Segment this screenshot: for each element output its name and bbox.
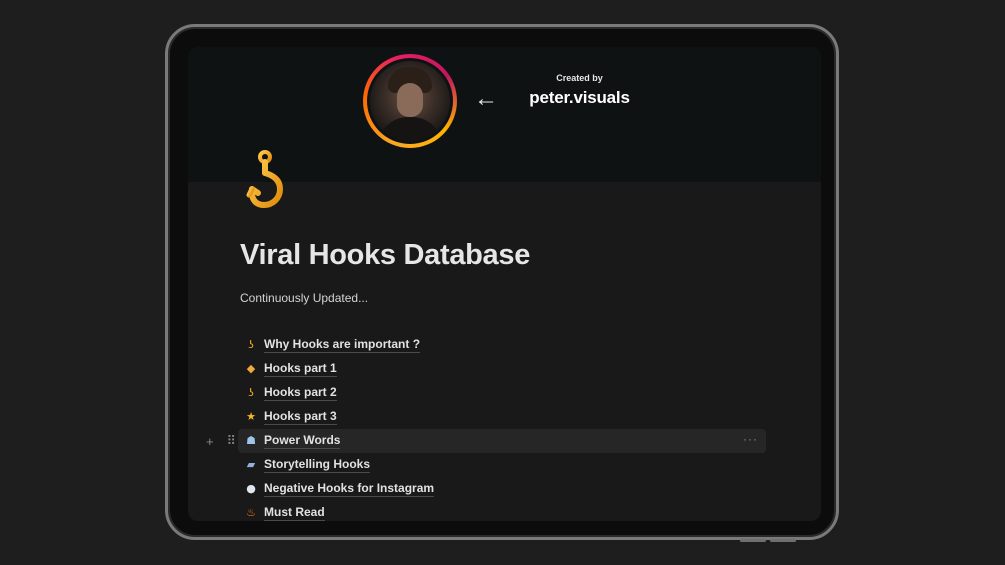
link-storytelling-hooks[interactable]: ▰ Storytelling Hooks bbox=[238, 453, 766, 477]
add-block-button[interactable]: + bbox=[206, 434, 214, 449]
link-label: Hooks part 2 bbox=[264, 385, 337, 401]
created-by-label: Created by bbox=[556, 73, 603, 83]
link-why-hooks[interactable]: ʖ Why Hooks are important ? bbox=[238, 333, 766, 357]
link-power-words[interactable]: + ⠿ ☗ Power Words ··· bbox=[206, 429, 766, 453]
creator-name[interactable]: peter.visuals bbox=[523, 88, 636, 108]
link-label: Must Read bbox=[264, 505, 325, 521]
left-arrow-icon: ← bbox=[474, 85, 498, 112]
link-label: Storytelling Hooks bbox=[264, 457, 371, 473]
hardware-button bbox=[770, 539, 796, 542]
fish-icon: ◆ bbox=[246, 362, 256, 375]
link-hooks-part-2[interactable]: ʖ Hooks part 2 bbox=[238, 381, 766, 405]
link-label: Why Hooks are important ? bbox=[264, 337, 421, 353]
link-hooks-part-1[interactable]: ◆ Hooks part 1 bbox=[238, 357, 766, 381]
tablet-frame: ← Created by peter.visuals Viral Hooks D… bbox=[165, 24, 839, 542]
link-negative-hooks[interactable]: ● Negative Hooks for Instagram bbox=[238, 477, 766, 501]
star-icon: ★ bbox=[246, 410, 256, 423]
hardware-button bbox=[740, 539, 766, 542]
drag-handle-icon[interactable]: ⠿ bbox=[226, 433, 236, 449]
hook-icon[interactable] bbox=[246, 149, 296, 211]
more-options-button[interactable]: ··· bbox=[743, 432, 758, 446]
page-title: Viral Hooks Database bbox=[240, 239, 531, 271]
row-handles: + ⠿ bbox=[206, 433, 236, 449]
hook-icon: ʖ bbox=[248, 338, 254, 351]
speech-bubble-icon: ● bbox=[246, 482, 256, 495]
fire-icon: ♨ bbox=[246, 506, 256, 519]
link-hooks-part-3[interactable]: ★ Hooks part 3 bbox=[238, 405, 766, 429]
link-must-read[interactable]: ♨ Must Read bbox=[238, 501, 766, 521]
avatar-photo bbox=[370, 61, 450, 141]
link-label: Hooks part 3 bbox=[264, 409, 337, 425]
robot-icon: ☗ bbox=[246, 434, 256, 447]
link-label: Negative Hooks for Instagram bbox=[264, 481, 435, 497]
avatar[interactable] bbox=[363, 54, 457, 148]
link-label: Power Words bbox=[264, 433, 341, 449]
page-links-list: ʖ Why Hooks are important ? ◆ Hooks part… bbox=[188, 333, 821, 521]
page-subtitle: Continuously Updated... bbox=[240, 291, 369, 305]
book-icon: ▰ bbox=[246, 458, 256, 471]
link-label: Hooks part 1 bbox=[264, 361, 337, 377]
notion-page: ← Created by peter.visuals Viral Hooks D… bbox=[188, 47, 821, 521]
hook-icon: ʖ bbox=[248, 386, 254, 399]
